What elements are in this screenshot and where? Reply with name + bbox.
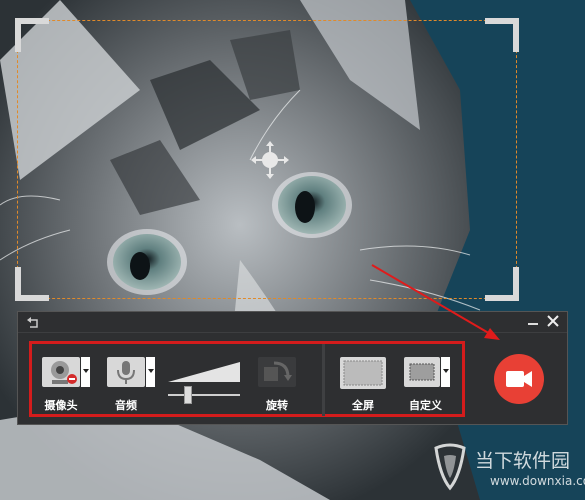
- recorder-toolbar[interactable]: 摄像头 音频 旋转 全屏 自定义: [17, 311, 568, 425]
- microphone-icon[interactable]: [107, 357, 145, 387]
- custom-label: 自定义: [409, 399, 442, 412]
- fullscreen-icon[interactable]: [340, 357, 386, 389]
- toolbar-titlebar: [18, 312, 567, 333]
- highlight-box: [29, 341, 465, 417]
- rotate-tool[interactable]: 旋转: [256, 357, 306, 427]
- custom-dropdown[interactable]: [441, 357, 450, 387]
- volume-meter: [168, 362, 240, 396]
- fullscreen-tool[interactable]: 全屏: [338, 357, 388, 427]
- fullscreen-label: 全屏: [352, 399, 374, 412]
- minimize-icon[interactable]: [525, 313, 541, 329]
- separator: [322, 344, 325, 416]
- audio-dropdown[interactable]: [146, 357, 155, 387]
- watermark-title: 当下软件园: [475, 450, 571, 472]
- camera-tool[interactable]: 摄像头: [42, 357, 92, 427]
- custom-tool[interactable]: 自定义: [402, 357, 457, 427]
- rotate-label: 旋转: [266, 399, 288, 412]
- camera-dropdown[interactable]: [81, 357, 90, 387]
- close-icon[interactable]: [545, 313, 561, 329]
- resize-handle-bottom-left[interactable]: [15, 267, 49, 301]
- custom-region-icon[interactable]: [404, 357, 440, 387]
- watermark: 当下软件园 www.downxia.com: [430, 438, 585, 500]
- audio-label: 音频: [115, 399, 137, 412]
- record-button[interactable]: [494, 354, 544, 404]
- watermark-url: www.downxia.com: [490, 474, 585, 488]
- resize-handle-bottom-right[interactable]: [485, 267, 519, 301]
- resize-handle-top-right[interactable]: [485, 18, 519, 52]
- back-arrow-icon[interactable]: [26, 315, 40, 329]
- rotate-icon[interactable]: [258, 357, 296, 387]
- webcam-icon[interactable]: [42, 357, 80, 387]
- volume-control[interactable]: [168, 360, 243, 410]
- camera-label: 摄像头: [44, 399, 78, 412]
- resize-handle-top-left[interactable]: [15, 18, 49, 52]
- volume-slider-thumb[interactable]: [184, 386, 192, 404]
- audio-tool[interactable]: 音频: [107, 357, 157, 427]
- move-cross-icon[interactable]: [250, 140, 290, 180]
- video-camera-icon: [506, 371, 532, 387]
- watermark-logo-icon: [434, 443, 466, 491]
